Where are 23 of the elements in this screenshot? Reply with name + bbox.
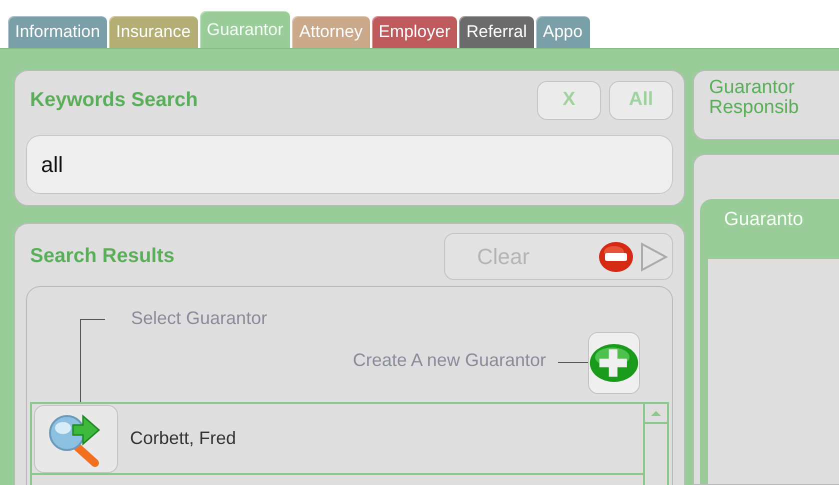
keywords-field[interactable]: all <box>26 135 673 194</box>
hint-label: Create A new Guarantor <box>352 350 546 371</box>
tab[interactable]: Referral <box>459 16 534 48</box>
tab[interactable]: Appo <box>536 16 590 48</box>
select-button[interactable] <box>34 404 118 472</box>
tab[interactable]: Employer <box>372 16 458 48</box>
panel-title: Guarantor Responsib <box>709 78 800 118</box>
guarantor-name: Corbett, Fred <box>130 428 236 449</box>
minus-icon <box>598 240 634 272</box>
tab[interactable]: Information <box>8 16 108 48</box>
tab[interactable]: Insurance <box>109 16 198 48</box>
add-button[interactable] <box>588 332 640 394</box>
scrollbar[interactable] <box>643 404 667 485</box>
panel-title: Guaranto <box>723 209 804 232</box>
up-arrow-icon[interactable] <box>651 410 661 416</box>
tab[interactable]: Attorney <box>292 16 370 48</box>
tab[interactable]: Guarantor <box>200 11 290 48</box>
play-icon <box>640 242 668 272</box>
section-title: Search Results <box>29 245 175 268</box>
search-button[interactable]: All <box>609 80 673 120</box>
hint-label: Select Guarantor <box>131 308 268 329</box>
section-title: Keywords Search <box>29 88 198 112</box>
search-button[interactable]: X <box>537 80 601 120</box>
